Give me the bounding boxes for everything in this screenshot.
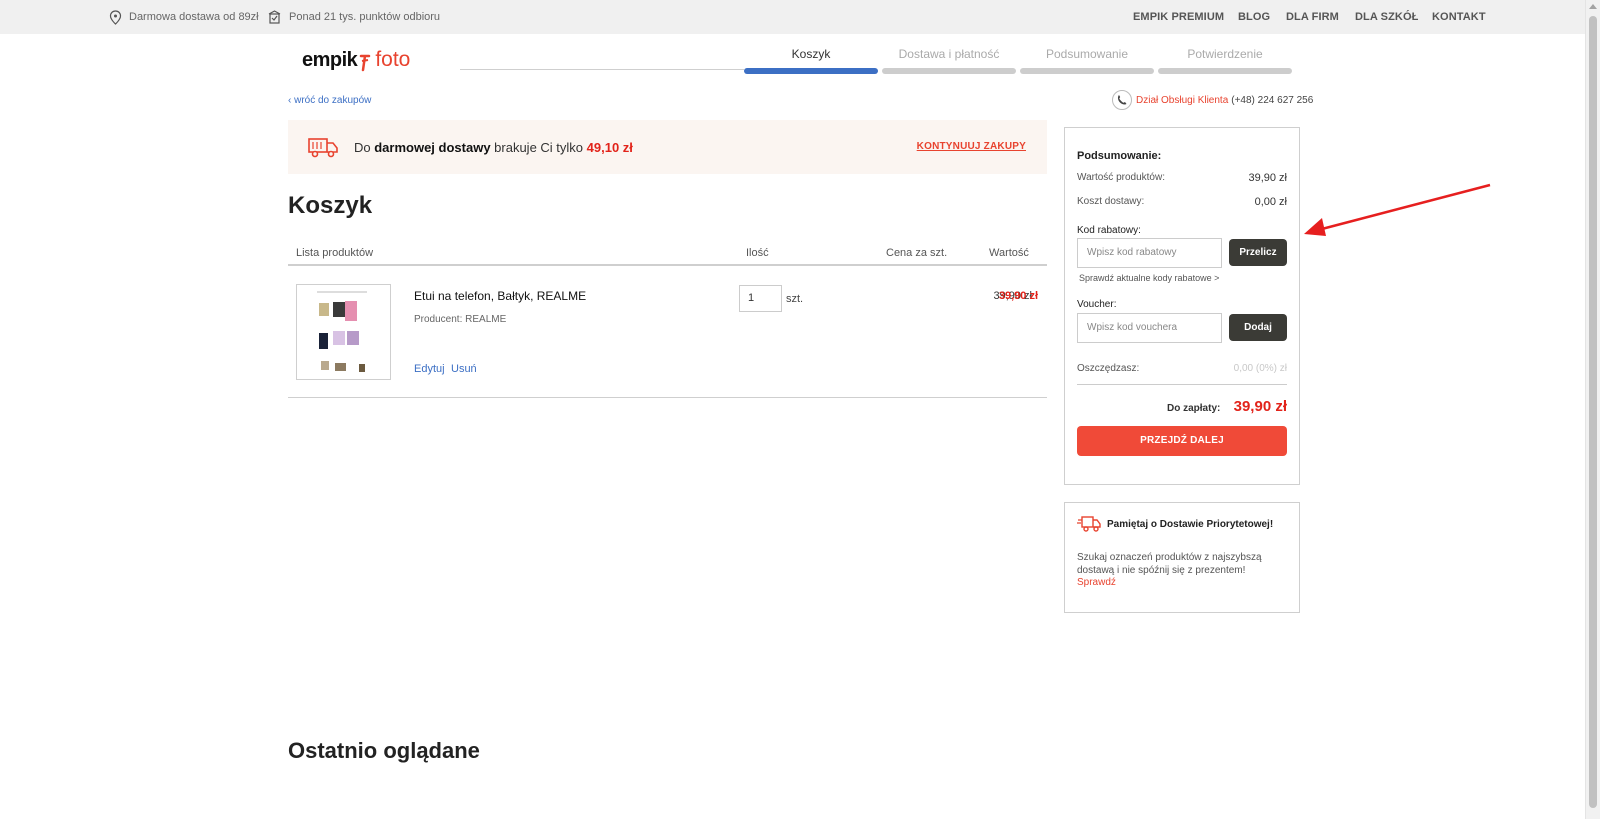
logo-brand: empik xyxy=(302,48,358,71)
priority-delivery-box: Pamiętaj o Dostawie Priorytetowej! Szuka… xyxy=(1064,502,1300,613)
free-delivery-banner: Do darmowej dostawy brakuje Ci tylko 49,… xyxy=(288,120,1047,174)
col-products: Lista produktów xyxy=(296,247,374,259)
step-label: Potwierdzenie xyxy=(1187,47,1263,61)
missing-amount: 49,10 zł xyxy=(586,139,633,155)
dla-firm-link[interactable]: DLA FIRM xyxy=(1286,0,1339,34)
discount-code-label: Kod rabatowy: xyxy=(1077,225,1141,236)
pickup-points-text: Ponad 21 tys. punktów odbioru xyxy=(289,11,441,23)
recalculate-button[interactable]: Przelicz xyxy=(1229,239,1287,266)
top-utility-bar: Darmowa dostawa od 89zł Ponad 21 tys. pu… xyxy=(0,0,1585,34)
product-producer: Producent: REALME xyxy=(414,314,507,325)
savings-row: Oszczędzasz: 0,00 (0%) zł xyxy=(1077,363,1287,385)
product-image xyxy=(297,285,390,379)
discount-code-input[interactable]: Wpisz kod rabatowy xyxy=(1077,238,1222,268)
col-qty: Ilość xyxy=(746,247,769,259)
red-arrow-annotation xyxy=(1304,183,1491,236)
step-podsumowanie[interactable]: Podsumowanie xyxy=(1020,44,1154,74)
step-label: Dostawa i płatność xyxy=(898,47,1000,61)
step-label: Koszyk xyxy=(791,47,831,61)
logo-sub: foto xyxy=(375,48,411,71)
step-progress-bar xyxy=(882,68,1016,74)
blog-link[interactable]: BLOG xyxy=(1238,0,1270,34)
check-discount-codes-link[interactable]: Sprawdź aktualne kody rabatowe > xyxy=(1079,273,1219,283)
location-pin-icon xyxy=(109,9,122,25)
cart-table-header: Lista produktów Ilość Cena za szt. Warto… xyxy=(288,240,1047,266)
step-dostawa[interactable]: Dostawa i płatność xyxy=(882,44,1016,74)
empik-foto-logo[interactable]: empik foto xyxy=(302,44,410,76)
add-voucher-button[interactable]: Dodaj xyxy=(1229,314,1287,341)
order-summary: Podsumowanie: Wartość produktów: 39,90 z… xyxy=(1064,127,1300,485)
logo-mark-icon xyxy=(360,54,371,72)
free-delivery-message: Do darmowej dostawy brakuje Ci tylko 49,… xyxy=(354,139,633,155)
phone-icon xyxy=(1112,90,1132,110)
table-row: Etui na telefon, Bałtyk, REALME Producen… xyxy=(288,266,1047,398)
priority-delivery-heading: Pamiętaj o Dostawie Priorytetowej! xyxy=(1077,515,1273,533)
summary-title: Podsumowanie: xyxy=(1077,150,1162,162)
to-pay-value: 39,90 zł xyxy=(1233,398,1287,415)
delivery-truck-icon xyxy=(308,138,338,158)
pickup-points-info: Ponad 21 tys. punktów odbioru xyxy=(267,0,440,34)
free-delivery-text: Darmowa dostawa od 89zł xyxy=(129,11,259,23)
steps-baseline xyxy=(460,69,744,70)
edit-item-link[interactable]: Edytuj xyxy=(414,363,445,375)
step-progress-bar xyxy=(1158,68,1292,74)
step-potwierdzenie[interactable]: Potwierdzenie xyxy=(1158,44,1292,74)
empik-premium-link[interactable]: EMPIK PREMIUM xyxy=(1133,0,1224,34)
scroll-up-arrow-icon[interactable] xyxy=(1589,4,1597,9)
continue-shopping-link[interactable]: KONTYNUUJ ZAKUPY xyxy=(917,141,1026,152)
vertical-scrollbar[interactable] xyxy=(1585,0,1600,819)
priority-delivery-text: Szukaj oznaczeń produktów z najszybszą d… xyxy=(1077,552,1262,576)
col-unit-price: Cena za szt. xyxy=(886,247,948,259)
step-koszyk[interactable]: Koszyk xyxy=(744,44,878,74)
quantity-unit: szt. xyxy=(786,293,804,305)
step-progress-bar xyxy=(744,68,878,74)
kontakt-link[interactable]: KONTAKT xyxy=(1432,0,1486,34)
proceed-button[interactable]: PRZEJDŹ DALEJ xyxy=(1077,426,1287,456)
item-total-price: 39,90 zł xyxy=(998,290,1038,302)
voucher-label: Voucher: xyxy=(1077,299,1117,310)
cart-title: Koszyk xyxy=(288,192,373,219)
step-progress-bar xyxy=(1020,68,1154,74)
customer-service-phone: (+48) 224 627 256 xyxy=(1231,94,1314,106)
quantity-input[interactable]: 1 xyxy=(739,285,782,312)
remove-item-link[interactable]: Usuń xyxy=(451,363,477,375)
product-name-link[interactable]: Etui na telefon, Bałtyk, REALME xyxy=(414,289,586,303)
back-to-shopping-link[interactable]: ‹ wróć do zakupów xyxy=(288,95,371,106)
products-value-row: Wartość produktów: 39,90 zł xyxy=(1077,172,1287,184)
fast-delivery-truck-icon xyxy=(1077,516,1101,532)
col-value: Wartość xyxy=(989,247,1029,259)
customer-service[interactable]: Dział Obsługi Klienta (+48) 224 627 256 xyxy=(1112,89,1313,111)
step-label: Podsumowanie xyxy=(1045,47,1129,61)
savings-value: 0,00 (0%) zł xyxy=(1233,363,1287,374)
recently-viewed-title: Ostatnio oglądane xyxy=(288,738,480,763)
priority-check-link[interactable]: Sprawdź xyxy=(1077,577,1116,588)
dla-szkol-link[interactable]: DLA SZKÓŁ xyxy=(1355,0,1418,34)
customer-service-label: Dział Obsługi Klienta xyxy=(1136,94,1229,106)
scrollbar-thumb[interactable] xyxy=(1589,16,1597,808)
to-pay-label: Do zapłaty: xyxy=(1167,403,1221,414)
delivery-cost-value: 0,00 zł xyxy=(1254,196,1287,208)
delivery-cost-row: Koszt dostawy: 0,00 zł xyxy=(1077,196,1287,208)
parcel-locker-icon xyxy=(268,10,281,24)
free-delivery-info: Darmowa dostawa od 89zł xyxy=(109,0,259,34)
products-value: 39,90 zł xyxy=(1248,172,1287,184)
voucher-input[interactable]: Wpisz kod vouchera xyxy=(1077,313,1222,343)
product-thumbnail[interactable] xyxy=(296,284,391,380)
